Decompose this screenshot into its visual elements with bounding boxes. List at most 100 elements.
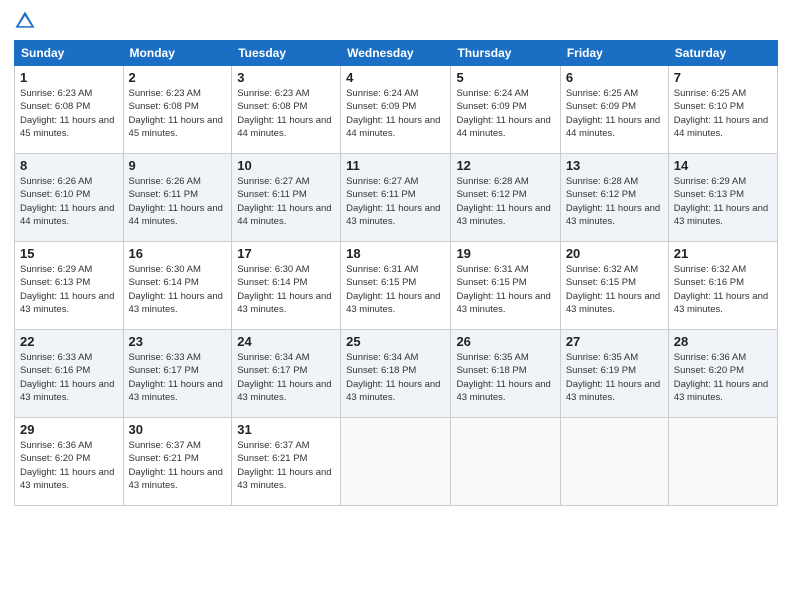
day-number: 8 [20, 158, 118, 173]
day-number: 16 [129, 246, 227, 261]
calendar-cell: 7 Sunrise: 6:25 AMSunset: 6:10 PMDayligh… [668, 66, 777, 154]
day-info: Sunrise: 6:24 AMSunset: 6:09 PMDaylight:… [346, 88, 440, 139]
calendar-cell: 29 Sunrise: 6:36 AMSunset: 6:20 PMDaylig… [15, 418, 124, 506]
day-info: Sunrise: 6:33 AMSunset: 6:16 PMDaylight:… [20, 352, 114, 403]
calendar-cell: 3 Sunrise: 6:23 AMSunset: 6:08 PMDayligh… [232, 66, 341, 154]
day-info: Sunrise: 6:29 AMSunset: 6:13 PMDaylight:… [20, 264, 114, 315]
calendar-cell: 2 Sunrise: 6:23 AMSunset: 6:08 PMDayligh… [123, 66, 232, 154]
calendar-week-row: 8 Sunrise: 6:26 AMSunset: 6:10 PMDayligh… [15, 154, 778, 242]
day-info: Sunrise: 6:30 AMSunset: 6:14 PMDaylight:… [129, 264, 223, 315]
logo-icon [14, 10, 36, 32]
day-header-saturday: Saturday [668, 41, 777, 66]
day-info: Sunrise: 6:31 AMSunset: 6:15 PMDaylight:… [456, 264, 550, 315]
day-info: Sunrise: 6:37 AMSunset: 6:21 PMDaylight:… [237, 440, 331, 491]
day-info: Sunrise: 6:27 AMSunset: 6:11 PMDaylight:… [237, 176, 331, 227]
calendar-cell: 19 Sunrise: 6:31 AMSunset: 6:15 PMDaylig… [451, 242, 560, 330]
day-number: 26 [456, 334, 554, 349]
calendar-cell: 21 Sunrise: 6:32 AMSunset: 6:16 PMDaylig… [668, 242, 777, 330]
day-header-wednesday: Wednesday [341, 41, 451, 66]
day-info: Sunrise: 6:34 AMSunset: 6:17 PMDaylight:… [237, 352, 331, 403]
calendar-cell: 8 Sunrise: 6:26 AMSunset: 6:10 PMDayligh… [15, 154, 124, 242]
day-info: Sunrise: 6:29 AMSunset: 6:13 PMDaylight:… [674, 176, 768, 227]
day-info: Sunrise: 6:34 AMSunset: 6:18 PMDaylight:… [346, 352, 440, 403]
calendar-cell: 4 Sunrise: 6:24 AMSunset: 6:09 PMDayligh… [341, 66, 451, 154]
day-number: 21 [674, 246, 772, 261]
calendar-cell [451, 418, 560, 506]
calendar-cell: 18 Sunrise: 6:31 AMSunset: 6:15 PMDaylig… [341, 242, 451, 330]
calendar-cell [341, 418, 451, 506]
calendar-cell: 10 Sunrise: 6:27 AMSunset: 6:11 PMDaylig… [232, 154, 341, 242]
day-info: Sunrise: 6:23 AMSunset: 6:08 PMDaylight:… [129, 88, 223, 139]
calendar-cell: 24 Sunrise: 6:34 AMSunset: 6:17 PMDaylig… [232, 330, 341, 418]
day-number: 19 [456, 246, 554, 261]
calendar-cell: 17 Sunrise: 6:30 AMSunset: 6:14 PMDaylig… [232, 242, 341, 330]
calendar-week-row: 1 Sunrise: 6:23 AMSunset: 6:08 PMDayligh… [15, 66, 778, 154]
day-info: Sunrise: 6:33 AMSunset: 6:17 PMDaylight:… [129, 352, 223, 403]
day-header-sunday: Sunday [15, 41, 124, 66]
calendar-cell [560, 418, 668, 506]
calendar-week-row: 22 Sunrise: 6:33 AMSunset: 6:16 PMDaylig… [15, 330, 778, 418]
day-number: 15 [20, 246, 118, 261]
header [14, 10, 778, 32]
day-number: 4 [346, 70, 445, 85]
day-info: Sunrise: 6:23 AMSunset: 6:08 PMDaylight:… [20, 88, 114, 139]
day-info: Sunrise: 6:35 AMSunset: 6:18 PMDaylight:… [456, 352, 550, 403]
calendar-cell: 28 Sunrise: 6:36 AMSunset: 6:20 PMDaylig… [668, 330, 777, 418]
calendar-cell: 31 Sunrise: 6:37 AMSunset: 6:21 PMDaylig… [232, 418, 341, 506]
day-number: 24 [237, 334, 335, 349]
day-info: Sunrise: 6:35 AMSunset: 6:19 PMDaylight:… [566, 352, 660, 403]
day-number: 23 [129, 334, 227, 349]
calendar-cell: 13 Sunrise: 6:28 AMSunset: 6:12 PMDaylig… [560, 154, 668, 242]
day-info: Sunrise: 6:25 AMSunset: 6:10 PMDaylight:… [674, 88, 768, 139]
day-info: Sunrise: 6:23 AMSunset: 6:08 PMDaylight:… [237, 88, 331, 139]
calendar-table: SundayMondayTuesdayWednesdayThursdayFrid… [14, 40, 778, 506]
day-info: Sunrise: 6:32 AMSunset: 6:16 PMDaylight:… [674, 264, 768, 315]
day-info: Sunrise: 6:31 AMSunset: 6:15 PMDaylight:… [346, 264, 440, 315]
calendar-cell: 23 Sunrise: 6:33 AMSunset: 6:17 PMDaylig… [123, 330, 232, 418]
day-header-monday: Monday [123, 41, 232, 66]
day-number: 3 [237, 70, 335, 85]
day-number: 10 [237, 158, 335, 173]
day-number: 17 [237, 246, 335, 261]
calendar-cell: 30 Sunrise: 6:37 AMSunset: 6:21 PMDaylig… [123, 418, 232, 506]
day-number: 28 [674, 334, 772, 349]
calendar-cell: 27 Sunrise: 6:35 AMSunset: 6:19 PMDaylig… [560, 330, 668, 418]
day-number: 20 [566, 246, 663, 261]
calendar-cell: 12 Sunrise: 6:28 AMSunset: 6:12 PMDaylig… [451, 154, 560, 242]
day-info: Sunrise: 6:30 AMSunset: 6:14 PMDaylight:… [237, 264, 331, 315]
day-number: 31 [237, 422, 335, 437]
day-number: 2 [129, 70, 227, 85]
logo [14, 10, 40, 32]
day-info: Sunrise: 6:37 AMSunset: 6:21 PMDaylight:… [129, 440, 223, 491]
day-number: 6 [566, 70, 663, 85]
day-header-friday: Friday [560, 41, 668, 66]
day-header-thursday: Thursday [451, 41, 560, 66]
calendar-cell: 5 Sunrise: 6:24 AMSunset: 6:09 PMDayligh… [451, 66, 560, 154]
day-number: 18 [346, 246, 445, 261]
day-number: 27 [566, 334, 663, 349]
day-number: 11 [346, 158, 445, 173]
calendar-cell: 15 Sunrise: 6:29 AMSunset: 6:13 PMDaylig… [15, 242, 124, 330]
page-container: SundayMondayTuesdayWednesdayThursdayFrid… [0, 0, 792, 512]
day-number: 13 [566, 158, 663, 173]
day-info: Sunrise: 6:36 AMSunset: 6:20 PMDaylight:… [20, 440, 114, 491]
calendar-cell [668, 418, 777, 506]
day-header-tuesday: Tuesday [232, 41, 341, 66]
calendar-cell: 11 Sunrise: 6:27 AMSunset: 6:11 PMDaylig… [341, 154, 451, 242]
day-info: Sunrise: 6:28 AMSunset: 6:12 PMDaylight:… [566, 176, 660, 227]
day-info: Sunrise: 6:28 AMSunset: 6:12 PMDaylight:… [456, 176, 550, 227]
day-number: 1 [20, 70, 118, 85]
day-number: 7 [674, 70, 772, 85]
calendar-header-row: SundayMondayTuesdayWednesdayThursdayFrid… [15, 41, 778, 66]
calendar-cell: 6 Sunrise: 6:25 AMSunset: 6:09 PMDayligh… [560, 66, 668, 154]
calendar-cell: 26 Sunrise: 6:35 AMSunset: 6:18 PMDaylig… [451, 330, 560, 418]
calendar-cell: 20 Sunrise: 6:32 AMSunset: 6:15 PMDaylig… [560, 242, 668, 330]
day-number: 12 [456, 158, 554, 173]
calendar-cell: 22 Sunrise: 6:33 AMSunset: 6:16 PMDaylig… [15, 330, 124, 418]
day-info: Sunrise: 6:36 AMSunset: 6:20 PMDaylight:… [674, 352, 768, 403]
day-number: 22 [20, 334, 118, 349]
day-info: Sunrise: 6:26 AMSunset: 6:10 PMDaylight:… [20, 176, 114, 227]
day-info: Sunrise: 6:24 AMSunset: 6:09 PMDaylight:… [456, 88, 550, 139]
calendar-cell: 14 Sunrise: 6:29 AMSunset: 6:13 PMDaylig… [668, 154, 777, 242]
calendar-cell: 1 Sunrise: 6:23 AMSunset: 6:08 PMDayligh… [15, 66, 124, 154]
